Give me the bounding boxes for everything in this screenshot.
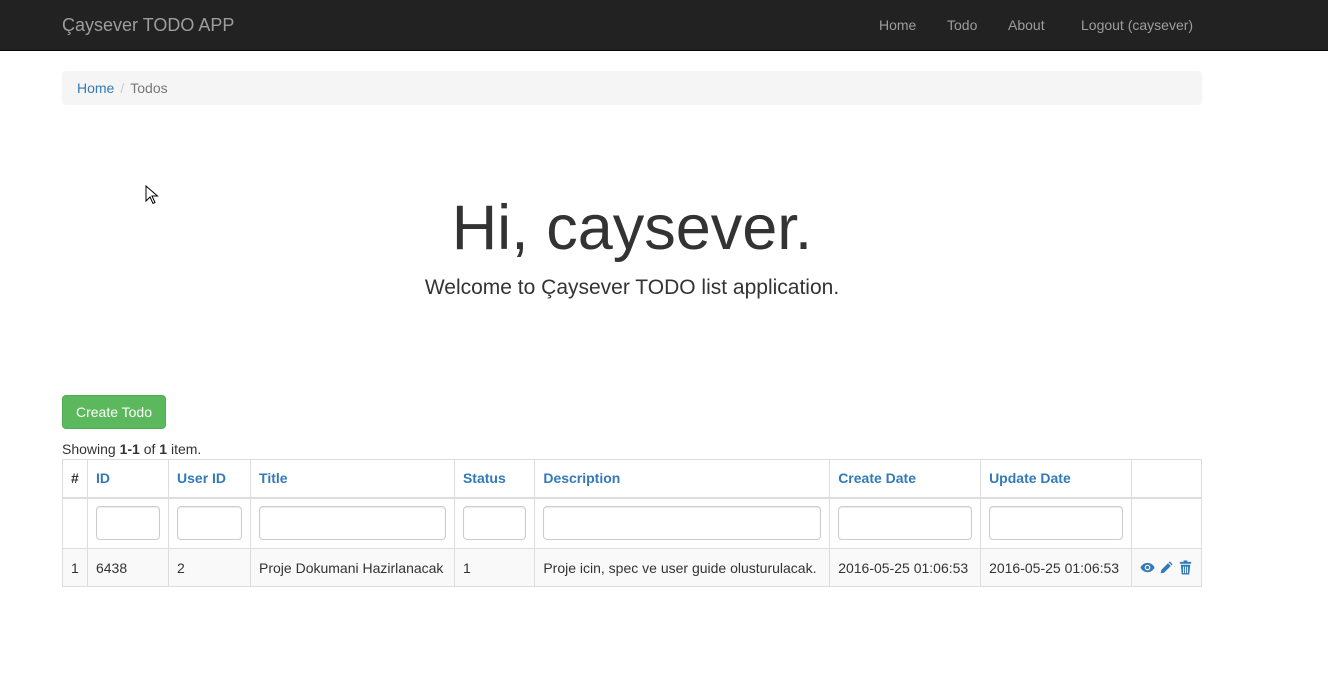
filter-cell-empty	[1130, 497, 1203, 549]
filter-create-date-input[interactable]	[838, 506, 973, 541]
filter-cell-empty	[62, 497, 88, 549]
nav-link-todo[interactable]: Todo	[947, 17, 977, 33]
row-number: 1	[62, 548, 88, 587]
filter-cell	[453, 497, 536, 549]
filter-row	[62, 497, 1203, 549]
table-row: 1 6438 2 Proje Dokumani Hazirlanacak 1 P…	[62, 548, 1203, 587]
breadcrumb-separator: /	[120, 80, 125, 96]
filter-title-input[interactable]	[259, 506, 446, 541]
nav-link-about[interactable]: About	[1008, 17, 1045, 33]
filter-status-input[interactable]	[462, 506, 527, 541]
filter-description-input[interactable]	[543, 506, 822, 541]
sort-description-link[interactable]: Description	[543, 470, 620, 486]
grid-summary: Showing 1-1 of 1 item.	[62, 441, 201, 457]
row-description: Proje icin, spec ve user guide olusturul…	[534, 548, 831, 587]
welcome-text: Welcome to Çaysever TODO list applicatio…	[424, 276, 840, 299]
eye-icon[interactable]	[1140, 560, 1155, 575]
filter-cell	[829, 497, 982, 549]
filter-id-input[interactable]	[95, 506, 161, 541]
filter-cell	[980, 497, 1132, 549]
todo-table: # ID User ID Title Status Description Cr…	[62, 459, 1203, 587]
column-header-description: Description	[534, 459, 831, 499]
create-todo-button[interactable]: Create Todo	[62, 395, 166, 429]
column-header-number: #	[62, 459, 88, 499]
breadcrumb: Home / Todos	[62, 71, 1202, 105]
sort-user-id-link[interactable]: User ID	[177, 470, 226, 486]
summary-total: 1	[159, 441, 168, 457]
mouse-cursor-icon	[145, 184, 159, 205]
column-header-create-date: Create Date	[829, 459, 982, 499]
summary-middle: of	[139, 441, 160, 457]
summary-prefix: Showing	[62, 441, 120, 457]
filter-cell	[168, 497, 252, 549]
filter-cell	[250, 497, 455, 549]
navbar-brand[interactable]: Çaysever TODO APP	[62, 14, 234, 36]
row-update-date: 2016-05-25 01:06:53	[980, 548, 1132, 587]
sort-update-date-link[interactable]: Update Date	[989, 470, 1071, 486]
column-header-user-id: User ID	[168, 459, 252, 499]
row-status: 1	[453, 548, 536, 587]
filter-cell	[534, 497, 831, 549]
column-header-id: ID	[86, 459, 170, 499]
row-actions	[1130, 548, 1203, 587]
row-create-date: 2016-05-25 01:06:53	[829, 548, 982, 587]
filter-cell	[86, 497, 170, 549]
summary-range: 1-1	[119, 441, 140, 457]
nav-link-home[interactable]: Home	[879, 17, 916, 33]
sort-status-link[interactable]: Status	[463, 470, 506, 486]
column-header-title: Title	[250, 459, 455, 499]
breadcrumb-home-link[interactable]: Home	[77, 80, 114, 96]
table-header-row: # ID User ID Title Status Description Cr…	[62, 459, 1203, 499]
breadcrumb-current: Todos	[130, 80, 168, 96]
sort-create-date-link[interactable]: Create Date	[838, 470, 916, 486]
row-id: 6438	[86, 548, 170, 587]
pencil-icon[interactable]	[1159, 560, 1174, 575]
navbar: Çaysever TODO APP Home Todo About Logout…	[0, 0, 1328, 51]
trash-icon[interactable]	[1178, 560, 1193, 575]
row-user-id: 2	[168, 548, 252, 587]
row-title: Proje Dokumani Hazirlanacak	[250, 548, 455, 587]
column-header-actions	[1130, 459, 1203, 499]
sort-title-link[interactable]: Title	[259, 470, 288, 486]
sort-id-link[interactable]: ID	[96, 470, 110, 486]
filter-update-date-input[interactable]	[989, 506, 1123, 541]
column-header-status: Status	[453, 459, 536, 499]
filter-user-id-input[interactable]	[177, 506, 243, 541]
page-title: Hi, caysever.	[451, 193, 813, 263]
nav-link-logout[interactable]: Logout (caysever)	[1081, 17, 1193, 33]
summary-suffix: item.	[167, 441, 202, 457]
column-header-update-date: Update Date	[980, 459, 1132, 499]
